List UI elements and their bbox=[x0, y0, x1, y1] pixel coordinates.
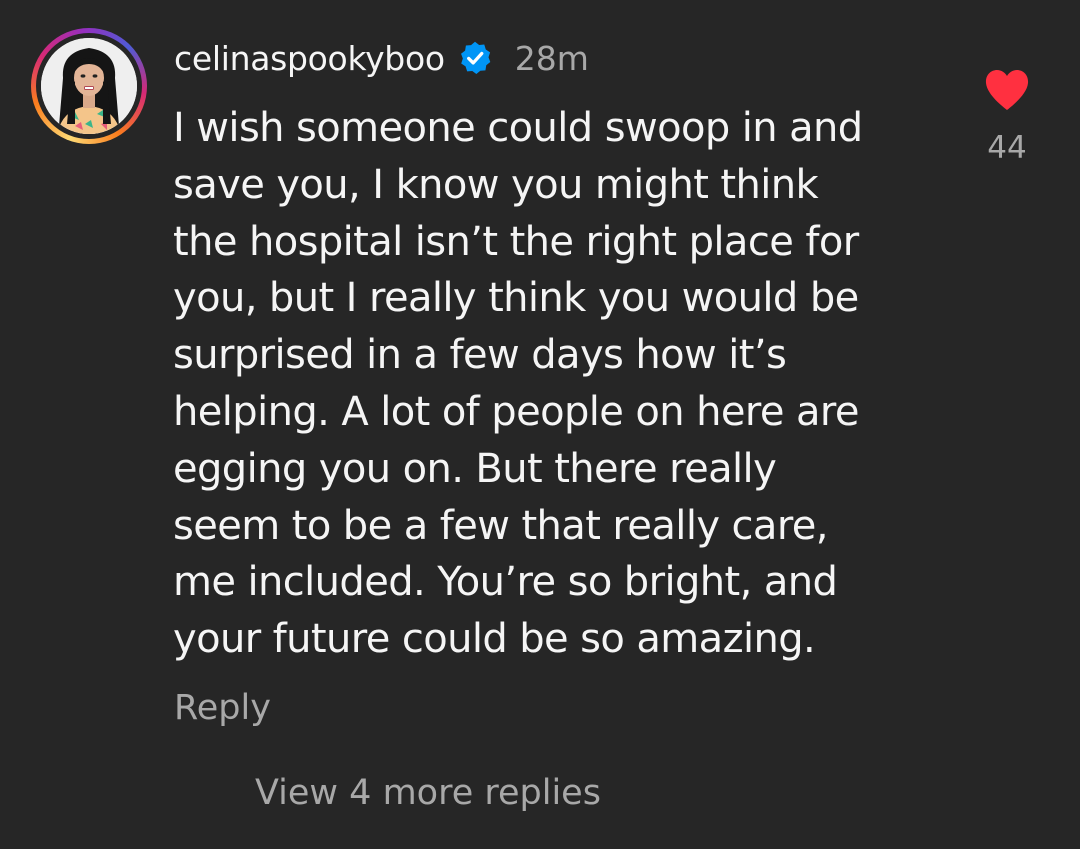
like-count: 44 bbox=[987, 130, 1027, 166]
comment-text: I wish someone could swoop in and save y… bbox=[173, 100, 943, 668]
heart-icon bbox=[985, 70, 1029, 110]
comment-text-line: the hospital isn’t the right place for bbox=[173, 218, 859, 265]
comment-header: celinaspookyboo 28m bbox=[174, 34, 589, 82]
username[interactable]: celinaspookyboo bbox=[174, 39, 445, 78]
like-button[interactable] bbox=[984, 68, 1030, 112]
avatar-image bbox=[41, 38, 137, 134]
verified-badge-icon bbox=[457, 40, 493, 76]
comment-text-line: me included. You’re so bright, and bbox=[173, 559, 838, 606]
reply-button[interactable]: Reply bbox=[174, 688, 271, 728]
comment-text-line: you, but I really think you would be bbox=[173, 275, 859, 322]
comment-timestamp: 28m bbox=[514, 38, 589, 78]
comment-text-line: egging you on. But there really bbox=[173, 445, 777, 492]
view-more-replies-button[interactable]: View 4 more replies bbox=[255, 773, 601, 813]
avatar[interactable] bbox=[41, 38, 137, 134]
avatar-story-ring[interactable] bbox=[31, 28, 147, 144]
comment: celinaspookyboo 28m I wish someone could… bbox=[0, 0, 1080, 849]
comment-text-line: save you, I know you might think bbox=[173, 161, 819, 208]
comment-text-line: helping. A lot of people on here are bbox=[173, 388, 859, 435]
comment-text-line: your future could be so amazing. bbox=[173, 616, 816, 663]
comment-text-line: surprised in a few days how it’s bbox=[173, 332, 787, 379]
comment-text-line: I wish someone could swoop in and bbox=[173, 105, 863, 151]
comment-text-line: seem to be a few that really care, bbox=[173, 502, 829, 549]
